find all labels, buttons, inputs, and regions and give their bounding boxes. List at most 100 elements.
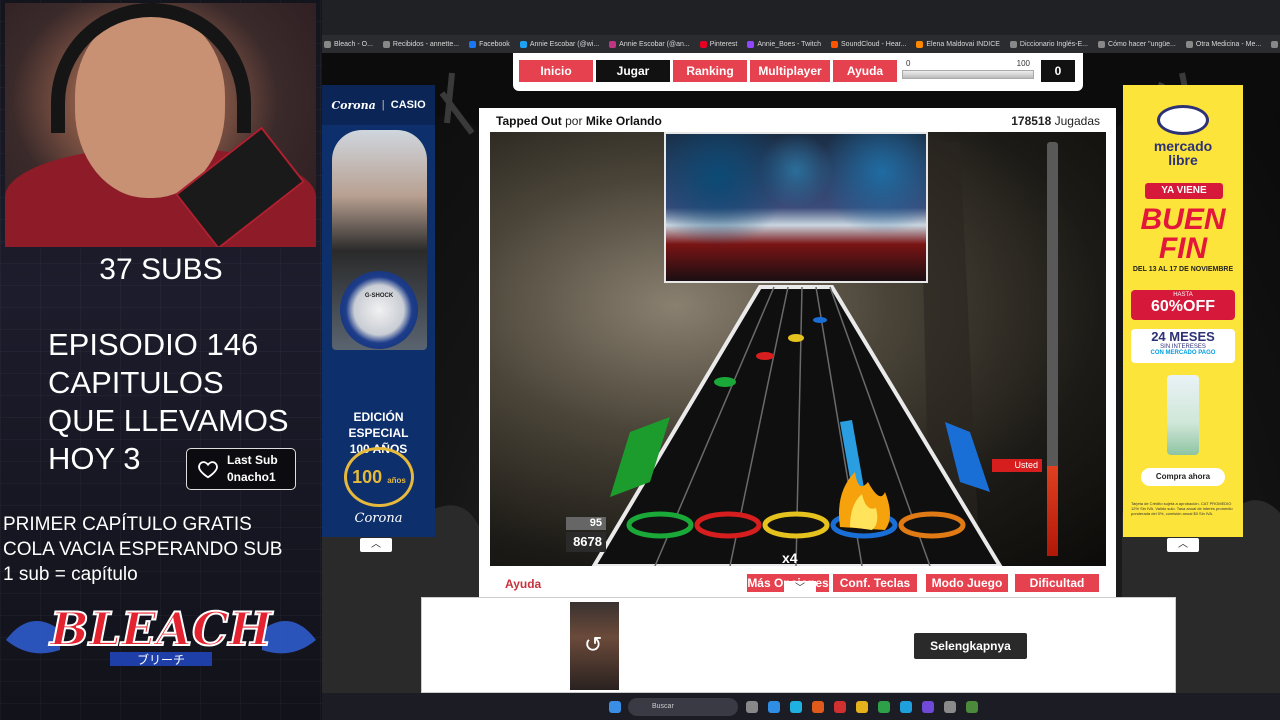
song-artist: Mike Orlando bbox=[585, 114, 662, 128]
bookmark-favicon-icon bbox=[469, 40, 477, 48]
last-sub-title: Last Sub bbox=[227, 453, 278, 467]
bookmark-favicon-icon bbox=[519, 40, 527, 48]
task-view-icon[interactable] bbox=[746, 701, 758, 713]
bookmark-favicon-icon bbox=[1185, 40, 1193, 48]
progress-track bbox=[902, 70, 1034, 79]
tab-strip bbox=[322, 0, 1280, 35]
windows-start-icon[interactable] bbox=[609, 701, 621, 713]
bookmark-item[interactable]: Otra Medicina - Me... bbox=[1185, 40, 1261, 48]
chevron-up-icon: ︿ bbox=[1178, 539, 1188, 550]
installments-months: 24 MESES bbox=[1151, 329, 1215, 344]
ad-fine-print: Tarjeta de Crédito sujeta a aprobación. … bbox=[1131, 501, 1233, 516]
chevron-down-icon: ﹀ bbox=[795, 583, 805, 594]
files-icon[interactable] bbox=[856, 701, 868, 713]
spreadsheet-icon[interactable] bbox=[878, 701, 890, 713]
ad-mercado-libre[interactable]: mercado libre YA VIENE BUEN FIN DEL 13 A… bbox=[1123, 85, 1243, 537]
edge-icon[interactable] bbox=[768, 701, 780, 713]
bookmark-item[interactable]: Recibidos - annette... bbox=[382, 40, 459, 48]
nav-ayuda[interactable]: Ayuda bbox=[833, 60, 897, 82]
recorder-icon[interactable] bbox=[966, 701, 978, 713]
bottom-ad-banner[interactable]: ↺ Selengkapnya bbox=[421, 597, 1176, 693]
help-link[interactable]: Ayuda bbox=[505, 577, 541, 591]
bookmark-item[interactable]: Facebook bbox=[469, 40, 510, 48]
last-sub-name: 0nacho1 bbox=[227, 470, 276, 484]
compra-ahora-button[interactable]: Compra ahora bbox=[1141, 468, 1225, 486]
bookmark-item[interactable]: Annie_Boes - Twitch bbox=[747, 40, 822, 48]
watch-brand: G-SHOCK bbox=[364, 293, 394, 299]
bookmark-favicon-icon bbox=[747, 40, 755, 48]
ad-video-thumbnail[interactable]: ↺ bbox=[570, 602, 619, 690]
badge-number: 100 bbox=[352, 467, 383, 487]
bookmark-label: Pinterest bbox=[709, 40, 738, 48]
bookmark-item[interactable]: Bleach - O... bbox=[324, 40, 373, 48]
bookmark-favicon-icon bbox=[831, 40, 839, 48]
album-art bbox=[664, 132, 928, 283]
bookmark-label: Facebook bbox=[479, 40, 510, 48]
selengkapnya-button[interactable]: Selengkapnya bbox=[914, 633, 1027, 659]
bookmark-label: Bleach - O... bbox=[334, 40, 373, 48]
browser-window: Bleach - O... Recibidos - annette... Faceb… bbox=[322, 0, 1280, 720]
casio-brand: CASIO bbox=[390, 99, 426, 111]
bookmark-item[interactable]: Cómo hacer "ungüe... bbox=[1098, 40, 1176, 48]
bookmarks-bar: Bleach - O... Recibidos - annette... Faceb… bbox=[322, 35, 1280, 53]
anniversary-badge: 100 años bbox=[344, 447, 414, 507]
obs-icon[interactable] bbox=[900, 701, 912, 713]
event-dates: DEL 13 AL 17 DE NOVIEMBRE bbox=[1132, 266, 1234, 273]
app-icon[interactable] bbox=[834, 701, 846, 713]
ya-viene-badge: YA VIENE bbox=[1145, 183, 1223, 199]
song-title: Tapped Out bbox=[496, 114, 562, 128]
web-page: Inicio Jugar Ranking Multiplayer Ayuda 0… bbox=[322, 53, 1280, 693]
game-stage[interactable]: Usted 95 8678 x4 bbox=[490, 132, 1106, 566]
promo-text: PRIMER CAPÍTULO GRATIS COLA VACIA ESPERA… bbox=[3, 514, 283, 585]
game-mode-button[interactable]: Modo Juego bbox=[926, 574, 1008, 592]
streak-counter: 95 bbox=[566, 517, 606, 530]
player-marker: Usted bbox=[992, 459, 1042, 472]
brave-icon[interactable] bbox=[812, 701, 824, 713]
handshake-icon bbox=[1157, 105, 1209, 135]
rock-meter-fill bbox=[1047, 466, 1058, 556]
watch-image: G-SHOCK bbox=[340, 271, 418, 349]
last-sub-widget: Last Sub 0nacho1 bbox=[186, 448, 296, 490]
nav-multiplayer[interactable]: Multiplayer bbox=[750, 60, 830, 82]
progress-bar: 0 100 bbox=[902, 59, 1034, 81]
bookmark-item[interactable]: Pinterest bbox=[699, 40, 738, 48]
discord-icon[interactable] bbox=[922, 701, 934, 713]
bookmark-item[interactable]: Annie Escobar (@wi... bbox=[519, 40, 599, 48]
bookmark-item[interactable]: Cómo quitar las estr... bbox=[1271, 40, 1280, 48]
bookmark-favicon-icon bbox=[699, 40, 707, 48]
settings-icon[interactable] bbox=[944, 701, 956, 713]
webcam-feed bbox=[5, 3, 316, 247]
nav-ranking[interactable]: Ranking bbox=[673, 60, 747, 82]
taskbar-search-label: Buscar bbox=[652, 703, 674, 710]
bookmark-label: Cómo hacer "ungüe... bbox=[1108, 40, 1176, 48]
headphones bbox=[51, 3, 251, 133]
key-config-button[interactable]: Conf. Teclas bbox=[833, 574, 917, 592]
bookmark-item[interactable]: Elena Maldovai INDICE bbox=[916, 40, 1000, 48]
bookmark-item[interactable]: Diccionario Inglés-E... bbox=[1009, 40, 1088, 48]
bookmark-label: Annie_Boes - Twitch bbox=[757, 40, 822, 48]
bookmark-item[interactable]: SoundCloud - Hear... bbox=[831, 40, 907, 48]
browser-icon[interactable] bbox=[790, 701, 802, 713]
difficulty-button[interactable]: Dificultad bbox=[1015, 574, 1099, 592]
song-info: Tapped Out por Mike Orlando bbox=[496, 114, 662, 128]
banner-collapse-button[interactable]: ﹀ bbox=[784, 581, 816, 597]
game-panel: Tapped Out por Mike Orlando 178518 Jugad… bbox=[479, 108, 1116, 598]
collapse-right-ad-button[interactable]: ︿ bbox=[1167, 538, 1199, 552]
collapse-left-ad-button[interactable]: ︿ bbox=[360, 538, 392, 552]
taskbar-search[interactable]: Buscar bbox=[628, 698, 738, 716]
nav-jugar[interactable]: Jugar bbox=[596, 60, 670, 82]
ad-corona-casio[interactable]: Corona | CASIO G-SHOCK EDICIÓN ESPECIAL … bbox=[322, 85, 435, 537]
corona-brand: Corona bbox=[331, 98, 376, 112]
play-count-value: 178518 bbox=[1011, 114, 1052, 128]
bookmark-favicon-icon bbox=[1271, 40, 1279, 48]
stream-overlay: 37 SUBS EPISODIO 146 CAPITULOS QUE LLEVA… bbox=[0, 0, 322, 720]
ml-brand: mercado libre bbox=[1153, 138, 1213, 168]
top-navigation: Inicio Jugar Ranking Multiplayer Ayuda 0… bbox=[513, 53, 1083, 91]
nav-inicio[interactable]: Inicio bbox=[519, 60, 593, 82]
bookmark-favicon-icon bbox=[916, 40, 924, 48]
bookmark-label: SoundCloud - Hear... bbox=[841, 40, 907, 48]
progress-min: 0 bbox=[906, 59, 911, 68]
bookmark-favicon-icon bbox=[1098, 40, 1106, 48]
bookmark-item[interactable]: Annie Escobar (@an... bbox=[609, 40, 690, 48]
replay-icon[interactable]: ↺ bbox=[584, 632, 602, 658]
